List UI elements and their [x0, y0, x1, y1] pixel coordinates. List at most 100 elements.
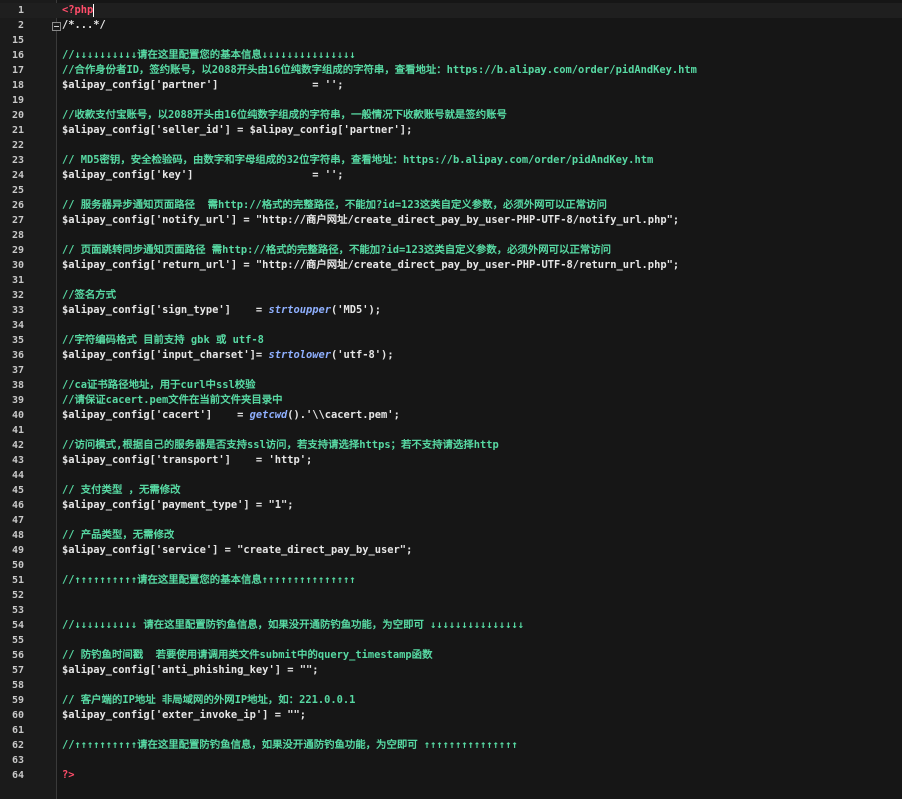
code-line-60[interactable]: 60 $alipay_config['exter_invoke_ip'] = ""… — [0, 708, 902, 723]
code-line-24[interactable]: 24 $alipay_config['key'] = ''; — [0, 168, 902, 183]
code-line-20[interactable]: 20 //收款支付宝账号，以2088开头由16位纯数字组成的字符串，一般情况下收款… — [0, 108, 902, 123]
code-line-41[interactable]: 41 — [0, 423, 902, 438]
line-number: 33 — [11, 305, 24, 316]
code-line-50[interactable]: 50 — [0, 558, 902, 573]
code-text: $alipay_config['seller_id'] = $alipay_co… — [62, 124, 413, 136]
line-number: 30 — [11, 260, 24, 271]
code-line-63[interactable]: 63 — [0, 753, 902, 768]
code-line-28[interactable]: 28 — [0, 228, 902, 243]
line-number: 57 — [11, 665, 24, 676]
code-line-36[interactable]: 36 $alipay_config['input_charset']= strto… — [0, 348, 902, 363]
code-line-52[interactable]: 52 — [0, 588, 902, 603]
line-number: 26 — [11, 200, 24, 211]
code-line-38[interactable]: 38 //ca证书路径地址，用于curl中ssl校验 — [0, 378, 902, 393]
code-line-48[interactable]: 48 // 产品类型，无需修改 — [0, 528, 902, 543]
line-number: 43 — [11, 455, 24, 466]
code-comment: // 防钓鱼时间戳 若要使用请调用类文件submit中的query_timest… — [62, 649, 433, 661]
code-line-55[interactable]: 55 — [0, 633, 902, 648]
code-line-30[interactable]: 30 $alipay_config['return_url'] = "http:/… — [0, 258, 902, 273]
line-number: 37 — [11, 365, 24, 376]
line-number: 35 — [11, 335, 24, 346]
code-text: $alipay_config['sign_type'] = strtoupper… — [62, 303, 381, 318]
line-number: 61 — [11, 725, 24, 736]
code-line-35[interactable]: 35 //字符编码格式 目前支持 gbk 或 utf-8 — [0, 333, 902, 348]
code-line-15[interactable]: 15 — [0, 33, 902, 48]
code-line-58[interactable]: 58 — [0, 678, 902, 693]
code-line-31[interactable]: 31 — [0, 273, 902, 288]
line-number: 63 — [11, 755, 24, 766]
code-line-46[interactable]: 46 $alipay_config['payment_type'] = "1"; — [0, 498, 902, 513]
line-number: 36 — [11, 350, 24, 361]
code-line-22[interactable]: 22 — [0, 138, 902, 153]
line-number: 51 — [11, 575, 24, 586]
line-number: 55 — [11, 635, 24, 646]
line-number: 28 — [11, 230, 24, 241]
code-line-62[interactable]: 62 //↑↑↑↑↑↑↑↑↑↑请在这里配置防钓鱼信息，如果没开通防钓鱼功能，为空即… — [0, 738, 902, 753]
code-comment: // 客户端的IP地址 非局域网的外网IP地址，如：221.0.0.1 — [62, 694, 356, 706]
code-line-16[interactable]: 16 //↓↓↓↓↓↓↓↓↓↓请在这里配置您的基本信息↓↓↓↓↓↓↓↓↓↓↓↓↓↓… — [0, 48, 902, 63]
code-comment: //↑↑↑↑↑↑↑↑↑↑请在这里配置防钓鱼信息，如果没开通防钓鱼功能，为空即可 … — [62, 739, 518, 751]
code-line-53[interactable]: 53 — [0, 603, 902, 618]
line-number: 54 — [11, 620, 24, 631]
line-number: 47 — [11, 515, 24, 526]
code-line-37[interactable]: 37 — [0, 363, 902, 378]
code-line-59[interactable]: 59 // 客户端的IP地址 非局域网的外网IP地址，如：221.0.0.1 — [0, 693, 902, 708]
code-line-49[interactable]: 49 $alipay_config['service'] = "create_di… — [0, 543, 902, 558]
code-line-40[interactable]: 40 $alipay_config['cacert'] = getcwd().'\… — [0, 408, 902, 423]
code-line-2[interactable]: 2 /*...*/ — [0, 18, 902, 33]
code-line-51[interactable]: 51 //↑↑↑↑↑↑↑↑↑↑请在这里配置您的基本信息↑↑↑↑↑↑↑↑↑↑↑↑↑↑… — [0, 573, 902, 588]
line-number: 25 — [11, 185, 24, 196]
code-editor[interactable]: 1 <?php 2 /*...*/ 15 16 //↓↓↓↓↓↓↓↓↓↓请在这里配置您的基本… — [0, 0, 902, 799]
line-number: 24 — [11, 170, 24, 181]
code-line-26[interactable]: 26 // 服务器异步通知页面路径 需http://格式的完整路径，不能加?id=… — [0, 198, 902, 213]
code-line-43[interactable]: 43 $alipay_config['transport'] = 'http'; — [0, 453, 902, 468]
code-line-56[interactable]: 56 // 防钓鱼时间戳 若要使用请调用类文件submit中的query_time… — [0, 648, 902, 663]
code-line-19[interactable]: 19 — [0, 93, 902, 108]
code-line-61[interactable]: 61 — [0, 723, 902, 738]
line-number: 46 — [11, 500, 24, 511]
code-line-17[interactable]: 17 //合作身份者ID，签约账号，以2088开头由16位纯数字组成的字符串，查看… — [0, 63, 902, 78]
code-line-47[interactable]: 47 — [0, 513, 902, 528]
line-number: 48 — [11, 530, 24, 541]
line-number: 32 — [11, 290, 24, 301]
code-line-23[interactable]: 23 // MD5密钥，安全检验码，由数字和字母组成的32位字符串，查看地址：ht… — [0, 153, 902, 168]
line-number: 38 — [11, 380, 24, 391]
line-number: 1 — [17, 5, 24, 16]
line-number: 44 — [11, 470, 24, 481]
code-text: $alipay_config['exter_invoke_ip'] = ""; — [62, 709, 306, 721]
code-text: $alipay_config['cacert'] = getcwd().'\\c… — [62, 408, 400, 423]
code-line-29[interactable]: 29 // 页面跳转同步通知页面路径 需http://格式的完整路径，不能加?id… — [0, 243, 902, 258]
code-line-34[interactable]: 34 — [0, 318, 902, 333]
function-args: ().'\\cacert.pem'; — [287, 409, 400, 421]
code-line-64[interactable]: 64 ?> — [0, 768, 902, 783]
line-number: 39 — [11, 395, 24, 406]
code-line-42[interactable]: 42 //访问模式,根据自己的服务器是否支持ssl访问，若支持请选择https；若… — [0, 438, 902, 453]
code-line-18[interactable]: 18 $alipay_config['partner'] = ''; — [0, 78, 902, 93]
code-comment: //↓↓↓↓↓↓↓↓↓↓ 请在这里配置防钓鱼信息，如果没开通防钓鱼功能，为空即可… — [62, 619, 524, 631]
code-comment: // MD5密钥，安全检验码，由数字和字母组成的32位字符串，查看地址：http… — [62, 154, 654, 166]
line-number: 56 — [11, 650, 24, 661]
code-line-27[interactable]: 27 $alipay_config['notify_url'] = "http:/… — [0, 213, 902, 228]
code-text: $alipay_config['service'] = "create_dire… — [62, 544, 413, 556]
code-line-32[interactable]: 32 //签名方式 — [0, 288, 902, 303]
fold-toggle-icon[interactable] — [52, 22, 61, 31]
code-line-25[interactable]: 25 — [0, 183, 902, 198]
code-comment: //收款支付宝账号，以2088开头由16位纯数字组成的字符串，一般情况下收款账号… — [62, 109, 507, 121]
line-number: 23 — [11, 155, 24, 166]
code-text: $alipay_config['payment_type'] = "1"; — [62, 499, 294, 511]
code-line-21[interactable]: 21 $alipay_config['seller_id'] = $alipay_… — [0, 123, 902, 138]
code-line-54[interactable]: 54 //↓↓↓↓↓↓↓↓↓↓ 请在这里配置防钓鱼信息，如果没开通防钓鱼功能，为空… — [0, 618, 902, 633]
code-text: $alipay_config['input_charset']= strtolo… — [62, 348, 394, 363]
code-comment: // 页面跳转同步通知页面路径 需http://格式的完整路径，不能加?id=1… — [62, 244, 612, 256]
code-line-1[interactable]: 1 <?php — [0, 3, 902, 18]
line-number: 64 — [11, 770, 24, 781]
code-line-57[interactable]: 57 $alipay_config['anti_phishing_key'] = … — [0, 663, 902, 678]
code-line-45[interactable]: 45 // 支付类型 ，无需修改 — [0, 483, 902, 498]
line-number: 31 — [11, 275, 24, 286]
code-text: $alipay_config['notify_url'] = "http://商… — [62, 214, 680, 226]
code-line-44[interactable]: 44 — [0, 468, 902, 483]
code-line-39[interactable]: 39 //请保证cacert.pem文件在当前文件夹目录中 — [0, 393, 902, 408]
code-line-33[interactable]: 33 $alipay_config['sign_type'] = strtoupp… — [0, 303, 902, 318]
function-args: ('utf-8'); — [331, 349, 394, 361]
line-number: 59 — [11, 695, 24, 706]
